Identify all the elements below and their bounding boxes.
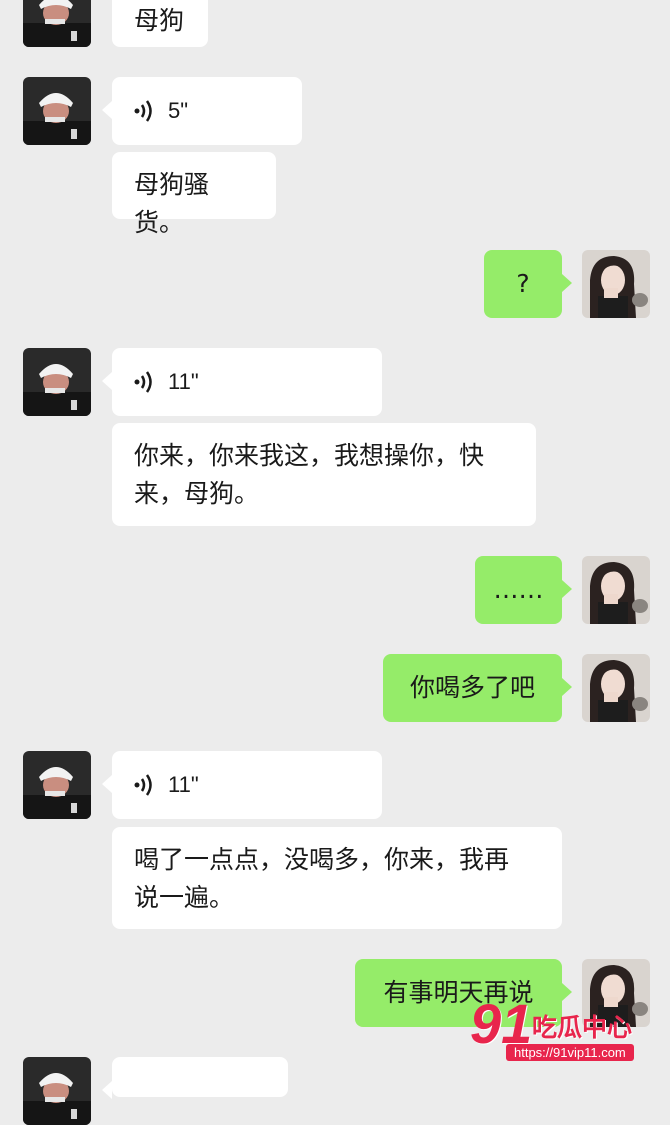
message-bubble-incoming-partial[interactable]: [102, 1057, 288, 1099]
message-text-line: 你来，你来我这，我想操你，快: [134, 441, 485, 470]
voice-message-bubble[interactable]: 5": [102, 77, 302, 145]
message-bubble-incoming[interactable]: 母狗: [112, 0, 208, 47]
message-text: 母狗: [134, 6, 185, 35]
avatar-self[interactable]: [582, 250, 650, 318]
message-bubble-incoming[interactable]: 喝了一点点，没喝多，你来，我再 说一遍。: [112, 827, 562, 929]
message-text-line: 说一遍。: [134, 883, 235, 912]
message-text-line: 喝了一点点，没喝多，你来，我再: [134, 845, 510, 874]
avatar-woman-icon: [582, 250, 650, 318]
avatar-man-icon: [23, 0, 91, 47]
voice-duration: 11": [168, 772, 199, 797]
avatar-other[interactable]: [23, 0, 91, 47]
message-bubble-incoming[interactable]: 母狗骚货。: [112, 152, 276, 237]
watermark-url: https://91vip11.com: [506, 1044, 634, 1061]
avatar-woman-icon: [582, 556, 650, 624]
avatar-other[interactable]: [23, 77, 91, 145]
message-bubble-incoming[interactable]: 你来，你来我这，我想操你，快 来，母狗。: [112, 423, 536, 526]
voice-duration: 5": [168, 98, 189, 123]
message-text: ?: [516, 269, 530, 298]
voice-duration: 11": [168, 369, 199, 394]
avatar-woman-icon: [582, 654, 650, 722]
voice-message-bubble[interactable]: 11": [102, 348, 382, 416]
message-text: 你喝多了吧: [409, 673, 535, 702]
avatar-other[interactable]: [23, 1057, 91, 1125]
message-text: ……: [493, 575, 544, 604]
voice-wave-icon: [134, 371, 152, 393]
avatar-other[interactable]: [23, 348, 91, 416]
avatar-man-icon: [23, 348, 91, 416]
voice-message-bubble[interactable]: 11": [102, 751, 382, 819]
avatar-man-icon: [23, 751, 91, 819]
watermark-title: 吃瓜中心: [532, 1013, 633, 1042]
voice-wave-icon: [134, 100, 152, 122]
avatar-man-icon: [23, 1057, 91, 1125]
avatar-self[interactable]: [582, 654, 650, 722]
message-bubble-outgoing[interactable]: 你喝多了吧: [383, 654, 572, 722]
avatar-man-icon: [23, 77, 91, 145]
avatar-other[interactable]: [23, 751, 91, 819]
voice-wave-icon: [134, 774, 152, 796]
message-text-line: 来，母狗。: [134, 479, 260, 508]
message-text: 母狗骚货。: [134, 170, 210, 237]
message-bubble-outgoing[interactable]: ?: [484, 250, 572, 318]
watermark: 91 吃瓜中心 https://91vip11.com: [470, 996, 662, 1068]
avatar-self[interactable]: [582, 556, 650, 624]
message-bubble-outgoing[interactable]: ……: [475, 556, 572, 624]
